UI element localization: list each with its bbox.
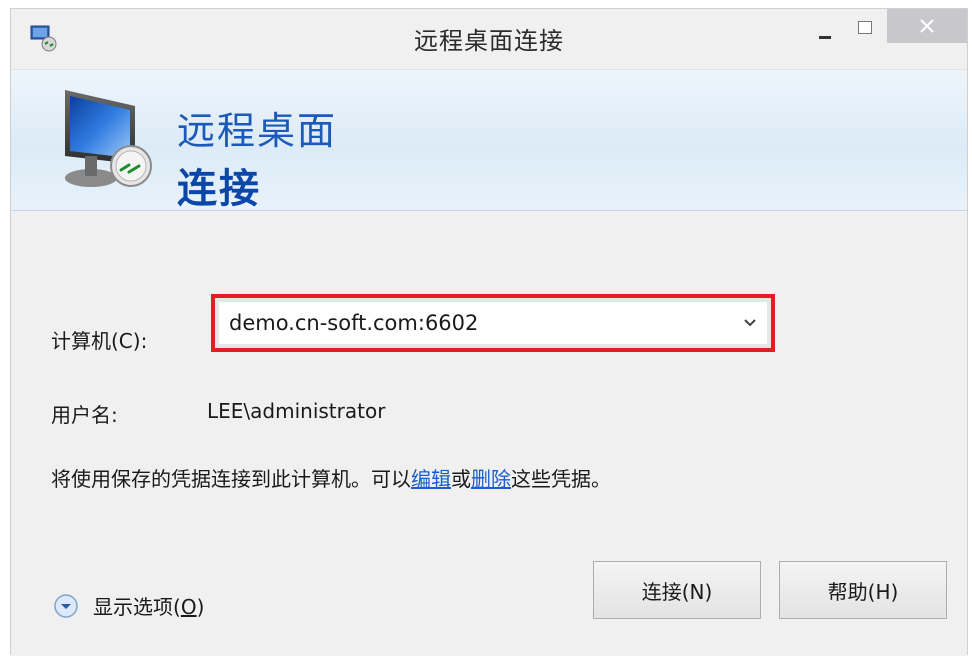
dialog-content: 计算机(C): demo.cn-soft.com:6602 用户名: LEE\a… — [11, 211, 967, 656]
help-button[interactable]: 帮助(H) — [779, 561, 947, 619]
rdp-window: 远程桌面连接 远程桌面 连接 计算机(C): demo.cn-soft.com:… — [10, 8, 968, 656]
info-prefix: 将使用保存的凭据连接到此计算机。可以 — [51, 467, 411, 491]
chevron-down-circle-icon — [54, 593, 78, 618]
header-banner: 远程桌面 连接 — [11, 69, 967, 212]
show-options-label[interactable]: 显示选项(O) — [93, 591, 204, 620]
username-label: 用户名: — [51, 403, 118, 427]
computer-combobox[interactable]: demo.cn-soft.com:6602 — [219, 302, 767, 344]
info-middle: 或 — [451, 467, 471, 491]
show-options-toggle[interactable]: 显示选项(O) — [53, 591, 204, 620]
dropdown-toggle[interactable] — [733, 318, 767, 328]
username-value: LEE\administrator — [207, 399, 386, 423]
computer-label: 计算机(C): — [51, 329, 148, 353]
banner-title-line1: 远程桌面 — [177, 109, 338, 153]
connect-button[interactable]: 连接(N) — [593, 561, 761, 619]
edit-credentials-link[interactable]: 编辑 — [411, 467, 451, 491]
close-button[interactable] — [887, 9, 967, 43]
remote-desktop-monitor-icon — [65, 90, 152, 187]
computer-input-value[interactable]: demo.cn-soft.com:6602 — [229, 311, 733, 335]
info-suffix: 这些凭据。 — [511, 467, 611, 491]
credentials-info: 将使用保存的凭据连接到此计算机。可以编辑或删除这些凭据。 — [51, 463, 611, 492]
minimize-button[interactable] — [806, 9, 842, 43]
chevron-down-icon — [744, 319, 756, 327]
maximize-button[interactable] — [842, 9, 884, 43]
delete-credentials-link[interactable]: 删除 — [471, 467, 511, 491]
banner-title-line2: 连接 — [177, 166, 261, 212]
computer-field-highlight: demo.cn-soft.com:6602 — [211, 294, 775, 352]
close-icon — [920, 19, 934, 33]
title-bar[interactable]: 远程桌面连接 — [11, 9, 967, 65]
